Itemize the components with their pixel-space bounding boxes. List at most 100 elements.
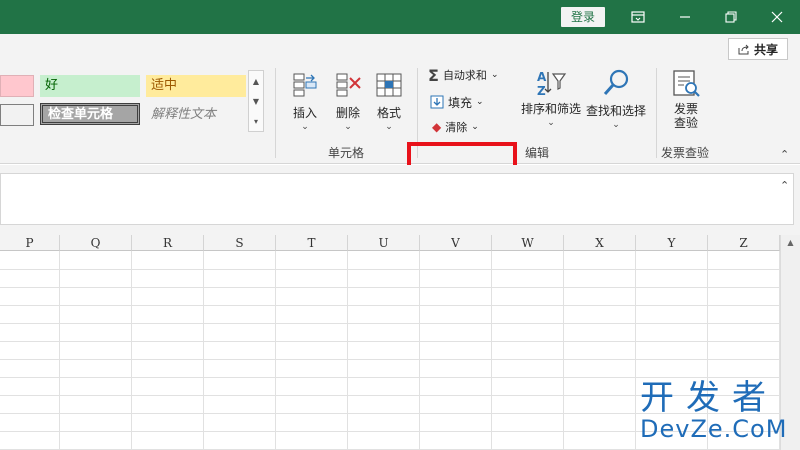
grid-line (0, 341, 780, 342)
watermark-en: DevZe.CoM (640, 415, 788, 443)
grid-line (203, 251, 204, 450)
gallery-up-icon[interactable]: ▲ (249, 71, 263, 91)
grid-line (491, 251, 492, 450)
eraser-icon: ◆ (432, 120, 442, 134)
sigma-icon: Σ (428, 65, 439, 85)
column-header[interactable]: Z (708, 235, 780, 251)
grid-line (563, 251, 564, 450)
ribbon-display-icon (631, 11, 645, 23)
sort-filter-button[interactable]: AZ 排序和筛选 ⌄ (520, 68, 582, 128)
grid-line (0, 359, 780, 360)
sort-filter-icon: AZ (537, 70, 567, 98)
tab-row: 共享 (0, 34, 800, 64)
column-header[interactable]: V (420, 235, 492, 251)
style-calculation[interactable] (0, 104, 34, 126)
find-select-button[interactable]: 查找和选择 ⌄ (585, 68, 647, 130)
insert-cells-icon (293, 73, 317, 97)
gallery-more-icon[interactable]: ▾ (249, 111, 263, 131)
format-cells-icon (376, 73, 402, 97)
clear-button[interactable]: ◆ 清除 ⌄ (432, 118, 479, 136)
minimize-button[interactable] (662, 0, 708, 34)
close-button[interactable] (754, 0, 800, 34)
insert-label: 插入 (292, 106, 317, 120)
svg-text:A: A (537, 70, 547, 84)
expand-formula-icon[interactable]: ⌃ (780, 179, 789, 192)
close-icon (771, 11, 783, 23)
style-good[interactable]: 好 (40, 75, 140, 97)
editing-group-label: 编辑 (525, 146, 550, 160)
ribbon-display-options-button[interactable] (615, 0, 661, 34)
column-header[interactable]: T (276, 235, 348, 251)
share-button[interactable]: 共享 (728, 38, 788, 60)
autosum-button[interactable]: Σ 自动求和 ⌄ (428, 65, 499, 85)
divider (275, 68, 276, 158)
insert-button[interactable]: 插入 ⌄ (288, 70, 322, 132)
column-header[interactable]: S (204, 235, 276, 251)
watermark-cn: 开发者 (640, 378, 778, 418)
grid-line (59, 251, 60, 450)
invoice-group-label: 发票查验 (661, 146, 710, 160)
restore-button[interactable] (708, 0, 754, 34)
share-icon (738, 44, 749, 55)
chevron-down-icon: ⌄ (612, 120, 620, 130)
autosum-label: 自动求和 (442, 69, 487, 82)
invoice-label-line1: 发票 (673, 102, 698, 116)
grid-line (0, 269, 780, 270)
style-neutral[interactable]: 适中 (146, 75, 246, 97)
grid-line (0, 305, 780, 306)
title-bar: 登录 (0, 0, 800, 34)
fill-label: 填充 (448, 95, 473, 110)
grid-line (131, 251, 132, 450)
chevron-down-icon: ⌄ (301, 122, 309, 132)
delete-button[interactable]: 删除 ⌄ (330, 70, 366, 132)
formula-input[interactable] (0, 173, 794, 225)
column-header[interactable]: U (348, 235, 420, 251)
invoice-label-line2: 查验 (673, 116, 698, 130)
chevron-down-icon: ⌄ (344, 122, 352, 132)
divider (656, 68, 657, 158)
column-header[interactable]: X (564, 235, 636, 251)
chevron-down-icon: ⌄ (490, 70, 499, 80)
formula-bar-area: ⌃ (0, 165, 800, 235)
column-header[interactable]: R (132, 235, 204, 251)
ribbon: 好 适中 检查单元格 解释性文本 ▲ ▼ ▾ 插入 ⌄ 删除 ⌄ 格式 ⌄ 单元… (0, 64, 800, 190)
share-label: 共享 (753, 42, 778, 57)
chevron-down-icon: ⌄ (471, 122, 479, 132)
column-header[interactable]: Q (60, 235, 132, 251)
fill-button[interactable]: 填充 ⌄ (430, 92, 484, 112)
style-check-cell[interactable]: 检查单元格 (40, 103, 140, 125)
gallery-down-icon[interactable]: ▼ (249, 91, 263, 111)
format-label: 格式 (376, 106, 401, 120)
invoice-check-icon (673, 70, 700, 97)
restore-icon (725, 11, 737, 23)
login-button[interactable]: 登录 (561, 7, 605, 27)
sort-filter-label: 排序和筛选 (520, 102, 581, 116)
chevron-down-icon: ⌄ (547, 118, 555, 128)
grid-line (635, 251, 636, 450)
delete-label: 删除 (335, 106, 360, 120)
minimize-icon (680, 16, 690, 18)
scroll-up-icon[interactable]: ▲ (781, 238, 800, 247)
style-explanatory[interactable]: 解释性文本 (146, 104, 246, 126)
format-button[interactable]: 格式 ⌄ (372, 70, 406, 132)
grid-line (347, 251, 348, 450)
column-header[interactable]: W (492, 235, 564, 251)
watermark: 开发者 DevZe.CoM (640, 380, 800, 442)
delete-cells-icon (336, 73, 361, 97)
grid-line (419, 251, 420, 450)
style-bad[interactable] (0, 75, 34, 97)
grid-line (0, 323, 780, 324)
cells-group-label: 单元格 (328, 146, 365, 160)
svg-text:Z: Z (537, 84, 546, 98)
clear-label: 清除 (445, 121, 468, 134)
invoice-check-button[interactable]: 发票 查验 (666, 68, 706, 130)
column-header[interactable]: P (0, 235, 60, 251)
magnifier-icon (603, 69, 629, 95)
find-select-label: 查找和选择 (585, 104, 646, 118)
gallery-scroll[interactable]: ▲ ▼ ▾ (248, 70, 264, 132)
fill-down-icon (430, 95, 444, 109)
column-header[interactable]: Y (636, 235, 708, 251)
chevron-down-icon: ⌄ (385, 122, 393, 132)
collapse-ribbon-icon[interactable]: ⌃ (780, 148, 789, 161)
grid-line (0, 287, 780, 288)
